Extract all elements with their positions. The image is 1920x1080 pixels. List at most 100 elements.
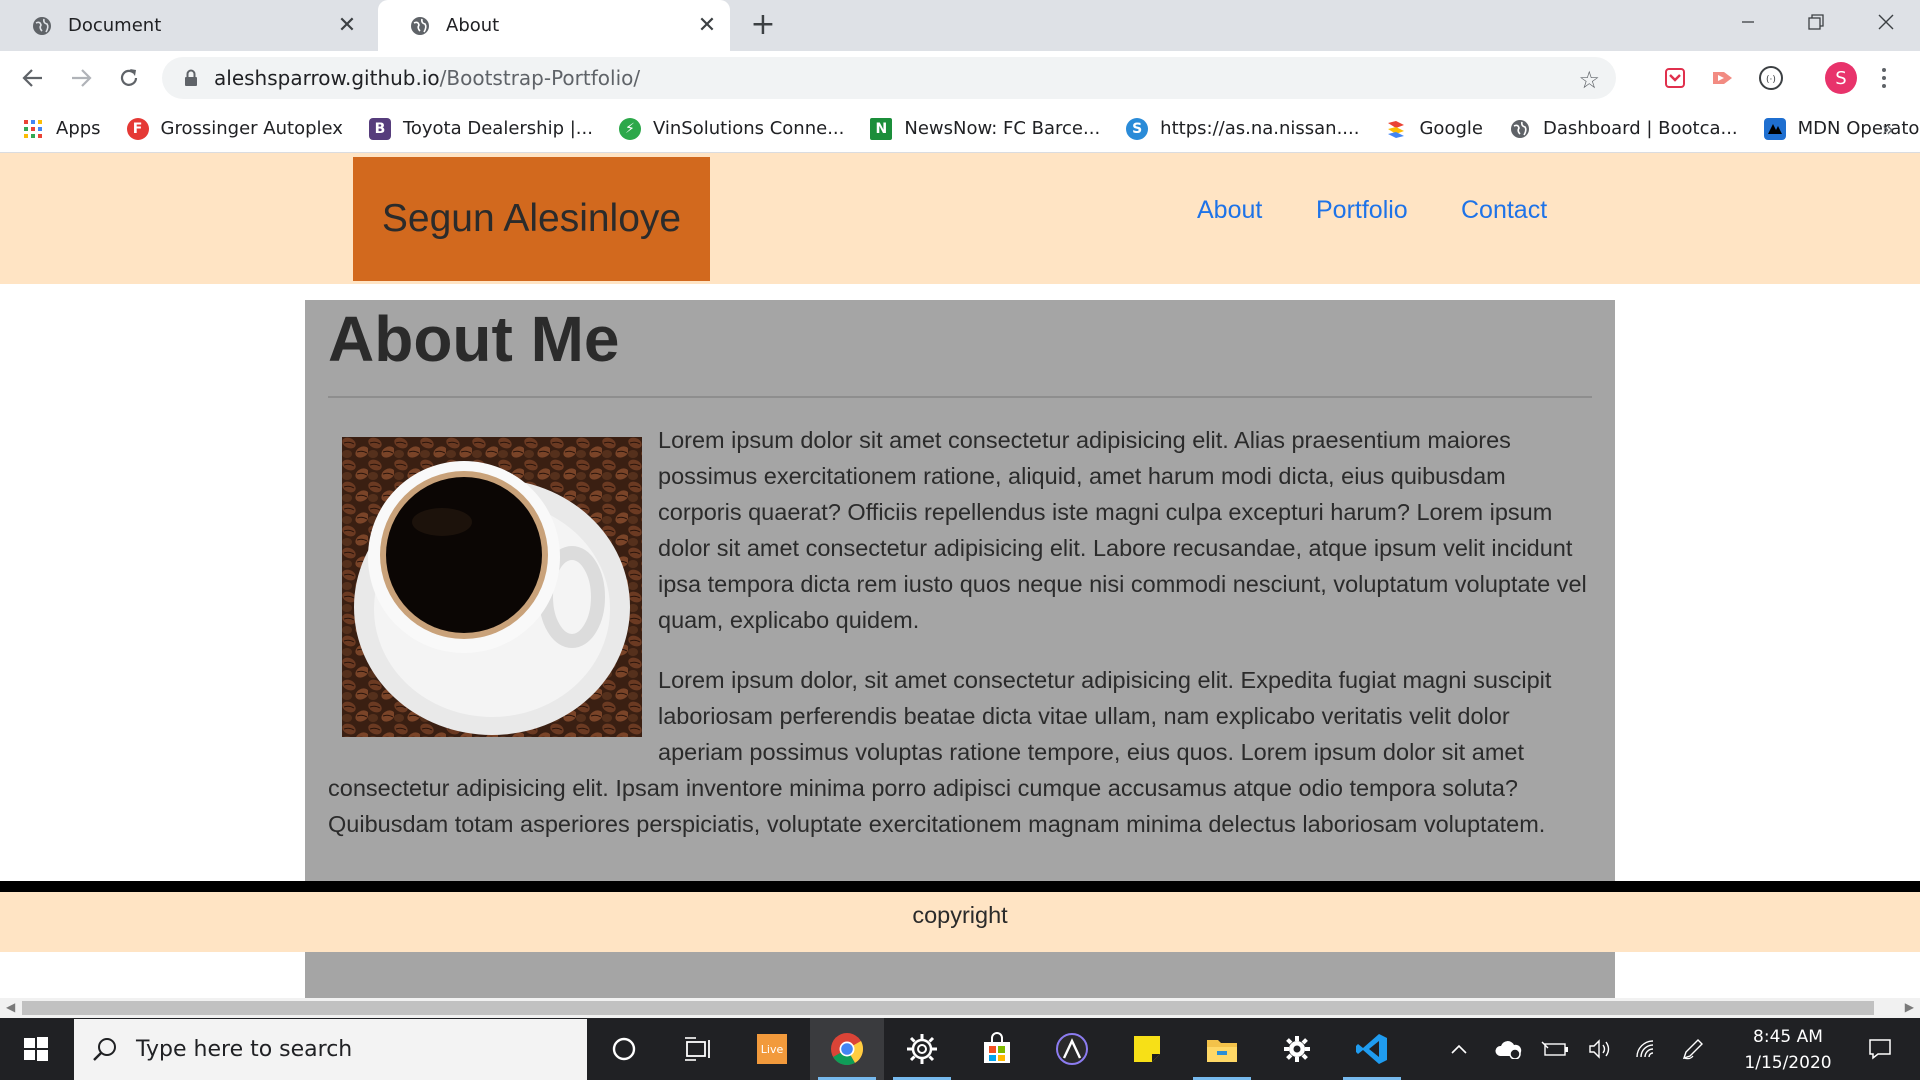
bookmark-newsnow[interactable]: N NewsNow: FC Barce... — [870, 117, 1101, 140]
bookmark-label: NewsNow: FC Barce... — [904, 118, 1101, 139]
divider — [328, 396, 1592, 398]
back-button[interactable] — [18, 63, 48, 93]
cast-extension-icon[interactable] — [1708, 63, 1738, 93]
lock-icon — [185, 69, 197, 86]
footer-divider — [0, 881, 1920, 892]
bookmarks-overflow-icon[interactable]: » — [1882, 117, 1894, 141]
extension-circle-icon[interactable]: (·) — [1756, 63, 1786, 93]
windows-taskbar: Type here to search Live 8:45 AM 1/15/20… — [0, 1018, 1920, 1080]
close-window-button[interactable] — [1856, 0, 1916, 44]
live-app-label: Live — [760, 1042, 784, 1056]
onedrive-tray[interactable] — [1490, 1018, 1526, 1080]
minimize-button[interactable] — [1718, 0, 1778, 44]
taskbar-vscode[interactable] — [1335, 1018, 1409, 1080]
pen-tray[interactable] — [1676, 1018, 1710, 1080]
tab-document[interactable]: Document ✕ — [0, 0, 370, 51]
close-tab-icon[interactable]: ✕ — [334, 13, 360, 39]
horizontal-scrollbar[interactable]: ◀ ▶ — [0, 998, 1920, 1018]
address-bar[interactable]: aleshsparrow.github.io/Bootstrap-Portfol… — [162, 57, 1616, 99]
nissan-s-icon: S — [1126, 117, 1149, 140]
chrome-icon — [831, 1033, 864, 1066]
site-footer: copyright — [0, 892, 1920, 952]
pocket-extension-icon[interactable] — [1660, 63, 1690, 93]
newsnow-icon: N — [870, 117, 893, 140]
copyright-text: copyright — [912, 902, 1008, 928]
taskbar-file-explorer[interactable] — [1185, 1018, 1259, 1080]
new-tab-button[interactable]: + — [748, 10, 778, 40]
task-view-icon — [685, 1037, 710, 1061]
pen-icon — [1682, 1039, 1703, 1060]
taskbar-clock[interactable]: 8:45 AM 1/15/2020 — [1730, 1024, 1846, 1076]
reload-icon — [120, 69, 138, 86]
task-view-button[interactable] — [661, 1018, 735, 1080]
bookmark-google[interactable]: Google — [1385, 118, 1483, 140]
site-brand[interactable]: Segun Alesinloye — [353, 157, 710, 281]
bookmark-dashboard[interactable]: Dashboard | Bootca... — [1509, 118, 1738, 140]
forward-arrow-icon — [72, 69, 92, 87]
bookmark-grossinger[interactable]: F Grossinger Autoplex — [126, 117, 343, 140]
taskbar-settings[interactable] — [1260, 1018, 1334, 1080]
gear-icon — [907, 1034, 937, 1064]
vscode-icon — [1356, 1034, 1387, 1064]
nav-link-portfolio[interactable]: Portfolio — [1316, 196, 1408, 225]
taskbar-chrome[interactable] — [810, 1018, 884, 1080]
bolt-icon: ⚡ — [618, 117, 641, 140]
bookmark-label: Toyota Dealership |... — [402, 118, 593, 139]
scroll-right-icon[interactable]: ▶ — [1905, 1000, 1914, 1014]
action-center-button[interactable] — [1852, 1018, 1908, 1080]
nav-link-about[interactable]: About — [1197, 196, 1262, 225]
close-icon — [1878, 14, 1894, 30]
forward-button[interactable] — [66, 63, 96, 93]
bookmark-nissan[interactable]: S https://as.na.nissan.... — [1126, 117, 1359, 140]
restore-button[interactable] — [1786, 0, 1846, 44]
tab-title: Document — [68, 15, 162, 36]
start-button[interactable] — [0, 1018, 72, 1080]
bookmarks-bar: Apps F Grossinger Autoplex B Toyota Deal… — [0, 105, 1920, 153]
volume-tray[interactable] — [1584, 1018, 1618, 1080]
f-logo-icon: F — [126, 117, 149, 140]
bookmark-apps[interactable]: Apps — [22, 118, 101, 140]
bookmark-label: VinSolutions Conne... — [652, 118, 845, 139]
tab-strip: Document ✕ About ✕ + — [0, 0, 1920, 51]
restore-icon — [1808, 14, 1824, 30]
battery-tray[interactable] — [1538, 1018, 1572, 1080]
wifi-tray[interactable] — [1630, 1018, 1664, 1080]
show-hidden-icons-button[interactable] — [1444, 1018, 1474, 1080]
taskbar-settings-app[interactable] — [885, 1018, 959, 1080]
about-body: Lorem ipsum dolor sit amet consectetur a… — [328, 422, 1592, 866]
taskbar-live-app[interactable]: Live — [735, 1018, 809, 1080]
page-viewport: Segun Alesinloye About Portfolio Contact… — [0, 153, 1920, 998]
bookmark-mdn[interactable]: MDN Operators — [1763, 117, 1920, 140]
taskbar-store[interactable] — [960, 1018, 1034, 1080]
windows-logo-icon — [24, 1037, 48, 1061]
taskbar-sticky-notes[interactable] — [1110, 1018, 1184, 1080]
close-tab-icon[interactable]: ✕ — [694, 13, 720, 39]
bookmark-label: Apps — [56, 118, 101, 139]
cortana-button[interactable] — [587, 1018, 661, 1080]
taskbar-affinity-app[interactable] — [1035, 1018, 1109, 1080]
cortana-circle-icon — [612, 1037, 636, 1061]
tab-about[interactable]: About ✕ — [378, 0, 730, 51]
profile-avatar[interactable]: S — [1825, 62, 1857, 94]
speaker-icon — [1589, 1039, 1610, 1059]
bookmark-label: Dashboard | Bootca... — [1542, 118, 1738, 139]
search-placeholder: Type here to search — [136, 1037, 353, 1062]
google-icon — [1385, 118, 1407, 140]
nav-link-contact[interactable]: Contact — [1461, 196, 1547, 225]
browser-toolbar: aleshsparrow.github.io/Bootstrap-Portfol… — [0, 51, 1920, 105]
bookmark-toyota[interactable]: B Toyota Dealership |... — [368, 117, 593, 140]
bookmark-vinsolutions[interactable]: ⚡ VinSolutions Conne... — [618, 117, 845, 140]
taskbar-search-box[interactable]: Type here to search — [74, 1019, 587, 1080]
bookmark-star-icon[interactable]: ☆ — [1578, 66, 1600, 94]
browser-menu-icon[interactable] — [1872, 63, 1896, 93]
scrollbar-thumb[interactable] — [22, 1001, 1874, 1015]
globe-icon — [33, 16, 51, 35]
globe-icon — [1509, 118, 1531, 140]
cloud-sync-icon — [1495, 1041, 1522, 1059]
reload-button[interactable] — [114, 63, 144, 93]
clock-date: 1/15/2020 — [1744, 1053, 1832, 1073]
store-bag-icon — [984, 1032, 1010, 1063]
scroll-left-icon[interactable]: ◀ — [6, 1000, 15, 1014]
url-host: aleshsparrow.github.io — [214, 66, 440, 90]
wifi-icon — [1636, 1040, 1654, 1058]
